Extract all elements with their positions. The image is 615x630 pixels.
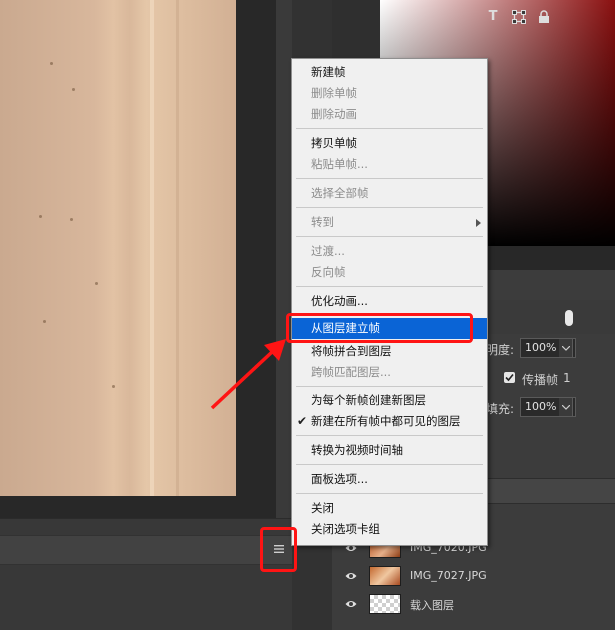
eye-icon[interactable] <box>345 598 357 610</box>
fill-label: 填充: <box>486 402 515 416</box>
layer-name: IMG_7027.JPG <box>410 569 487 582</box>
menu-separator <box>296 128 483 129</box>
menu-item-close[interactable]: 关闭 <box>292 498 487 519</box>
photo-speck <box>43 320 46 323</box>
menu-item-reverse-frames[interactable]: 反向帧 <box>292 262 487 283</box>
canvas-photo <box>0 0 236 496</box>
menu-item-flatten-frames-into-layers[interactable]: 将帧拼合到图层 <box>292 341 487 362</box>
menu-separator <box>296 207 483 208</box>
timeline-panel <box>0 518 292 630</box>
menu-item-match-layer-across-frames[interactable]: 跨帧匹配图层... <box>292 362 487 383</box>
photo-speck <box>112 385 115 388</box>
menu-item-paste-frame[interactable]: 粘贴单帧... <box>292 154 487 175</box>
transform-icon[interactable] <box>512 10 526 24</box>
menu-separator <box>296 464 483 465</box>
layer-thumbnail <box>369 594 401 614</box>
layer-row[interactable]: IMG_7027.JPG <box>332 562 615 590</box>
annotation-highlight-box <box>286 313 473 343</box>
type-layer-icon[interactable]: T <box>486 10 500 24</box>
layer-row[interactable]: 载入图层 <box>332 590 615 618</box>
fill-dropdown[interactable] <box>559 397 573 417</box>
propagate-frame-value: 1 <box>563 371 571 385</box>
lock-icon[interactable] <box>537 10 551 24</box>
menu-item-convert-to-video-timeline[interactable]: 转换为视频时间轴 <box>292 440 487 461</box>
menu-item-tween[interactable]: 过渡... <box>292 241 487 262</box>
propagate-frame-checkbox[interactable] <box>504 372 515 383</box>
filter-toggle-icon[interactable] <box>565 310 573 326</box>
layer-thumbnail <box>369 566 401 586</box>
photo-speck <box>50 62 53 65</box>
menu-item-panel-options[interactable]: 面板选项... <box>292 469 487 490</box>
menu-item-new-layers-visible-all-frames[interactable]: ✔ 新建在所有帧中都可见的图层 <box>292 411 487 432</box>
chevron-right-icon <box>476 219 481 227</box>
menu-separator <box>296 236 483 237</box>
menu-item-select-all-frames[interactable]: 选择全部帧 <box>292 183 487 204</box>
menu-item-new-frame[interactable]: 新建帧 <box>292 62 487 83</box>
eye-icon[interactable] <box>345 570 357 582</box>
menu-item-copy-frame[interactable]: 拷贝单帧 <box>292 133 487 154</box>
menu-item-optimize-animation[interactable]: 优化动画... <box>292 291 487 312</box>
menu-separator <box>296 493 483 494</box>
chevron-down-icon <box>561 405 570 410</box>
menu-item-close-tab-group[interactable]: 关闭选项卡组 <box>292 519 487 540</box>
opacity-label: 明度: <box>486 343 515 357</box>
menu-item-create-layer-per-frame[interactable]: 为每个新帧创建新图层 <box>292 390 487 411</box>
menu-separator <box>296 178 483 179</box>
checkmark-icon <box>505 373 514 382</box>
menu-item-go-to[interactable]: 转到 <box>292 212 487 233</box>
document-canvas[interactable] <box>0 0 276 518</box>
photo-highlight <box>150 0 154 496</box>
menu-item-label: 新建在所有帧中都可见的图层 <box>311 414 461 428</box>
chevron-down-icon <box>561 346 570 351</box>
opacity-dropdown[interactable] <box>559 338 573 358</box>
timeline-header <box>0 535 292 565</box>
photo-shadow <box>176 0 179 496</box>
menu-item-delete-animation[interactable]: 删除动画 <box>292 104 487 125</box>
photo-speck <box>39 215 42 218</box>
layer-name: 载入图层 <box>410 599 454 612</box>
menu-separator <box>296 286 483 287</box>
photo-speck <box>72 88 75 91</box>
photo-speck <box>70 218 73 221</box>
canvas-scroll-gutter <box>276 0 292 518</box>
propagate-frame-label: 传播帧 <box>522 373 559 387</box>
menu-separator <box>296 435 483 436</box>
checkmark-icon: ✔ <box>297 414 308 428</box>
timeline-panel-menu: 新建帧 删除单帧 删除动画 拷贝单帧 粘贴单帧... 选择全部帧 转到 过渡..… <box>291 58 488 546</box>
annotation-button-box <box>260 527 297 572</box>
menu-separator <box>296 386 483 387</box>
menu-item-label: 转到 <box>311 215 334 229</box>
menu-item-delete-frame[interactable]: 删除单帧 <box>292 83 487 104</box>
photo-speck <box>95 282 98 285</box>
